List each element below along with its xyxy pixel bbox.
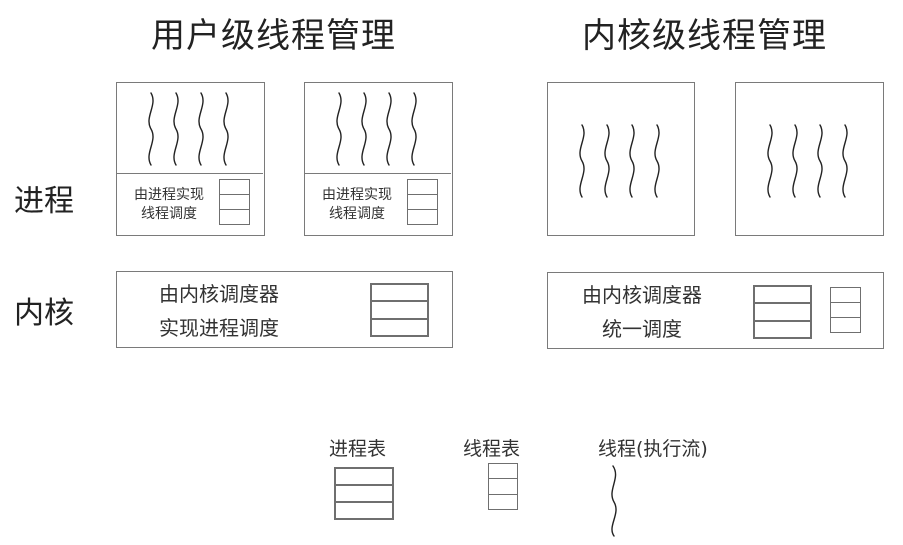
process-row-label: 进程 xyxy=(14,184,74,219)
thread-icon xyxy=(817,124,823,198)
thread-table-icon xyxy=(407,179,438,225)
caption-line-1: 由内核调度器 xyxy=(159,282,279,306)
caption-line-2: 实现进程调度 xyxy=(159,316,279,340)
thread-group-icon xyxy=(579,124,660,198)
thread-table-icon xyxy=(830,287,861,333)
user-process-box-2: 由进程实现 线程调度 xyxy=(304,82,453,236)
process-divider xyxy=(117,173,263,174)
process-table-icon xyxy=(370,283,429,337)
caption-line-2: 线程调度 xyxy=(141,206,197,222)
kernel-caption: 由内核调度器 实现进程调度 xyxy=(139,277,299,345)
thread-icon xyxy=(767,124,773,198)
legend-process-table-label: 进程表 xyxy=(329,438,387,460)
thread-table-icon xyxy=(219,179,250,225)
legend-thread-icon xyxy=(611,465,617,537)
legend-process-table-icon xyxy=(334,467,394,520)
thread-group-icon xyxy=(148,92,229,166)
process-table-icon xyxy=(753,285,812,339)
kernel-caption: 由内核调度器 统一调度 xyxy=(562,278,722,346)
thread-icon xyxy=(411,92,417,166)
caption-line-1: 由内核调度器 xyxy=(582,283,702,307)
user-level-heading: 用户级线程管理 xyxy=(151,16,396,56)
thread-icon xyxy=(361,92,367,166)
thread-group-icon xyxy=(767,124,848,198)
caption-line-1: 由进程实现 xyxy=(134,187,204,203)
process-caption: 由进程实现 线程调度 xyxy=(308,186,406,224)
thread-icon xyxy=(173,92,179,166)
thread-icon xyxy=(148,92,154,166)
thread-icon xyxy=(223,92,229,166)
thread-icon xyxy=(336,92,342,166)
legend-thread-table-icon xyxy=(488,463,518,510)
user-kernel-box: 由内核调度器 实现进程调度 xyxy=(116,271,453,348)
kernel-process-box-1 xyxy=(547,82,695,236)
thread-icon xyxy=(198,92,204,166)
user-process-box-1: 由进程实现 线程调度 xyxy=(116,82,265,236)
kernel-process-box-2 xyxy=(735,82,884,236)
kernel-row-label: 内核 xyxy=(14,296,74,331)
thread-icon xyxy=(629,124,635,198)
caption-line-1: 由进程实现 xyxy=(322,187,392,203)
process-divider xyxy=(305,173,451,174)
legend-thread-label: 线程(执行流) xyxy=(598,438,708,460)
thread-icon xyxy=(579,124,585,198)
thread-icon xyxy=(842,124,848,198)
kernel-kernel-box: 由内核调度器 统一调度 xyxy=(547,272,884,349)
caption-line-2: 统一调度 xyxy=(602,317,682,341)
thread-icon xyxy=(386,92,392,166)
legend-thread-table-label: 线程表 xyxy=(463,438,521,460)
thread-icon xyxy=(654,124,660,198)
caption-line-2: 线程调度 xyxy=(329,206,385,222)
thread-icon xyxy=(604,124,610,198)
kernel-level-heading: 内核级线程管理 xyxy=(582,16,827,56)
thread-icon xyxy=(792,124,798,198)
process-caption: 由进程实现 线程调度 xyxy=(120,186,218,224)
thread-group-icon xyxy=(336,92,417,166)
